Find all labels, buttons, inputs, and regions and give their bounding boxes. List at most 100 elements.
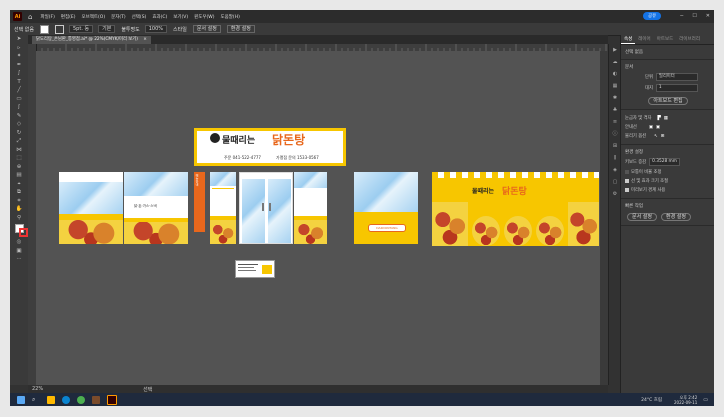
eyedropper-icon[interactable]: ⌖ bbox=[10, 180, 28, 189]
document-setup-button[interactable]: 문서 설정 bbox=[192, 25, 221, 33]
app-icon[interactable] bbox=[92, 395, 100, 404]
curvature-tool-icon[interactable]: ∫ bbox=[10, 69, 28, 78]
stroke-swatch[interactable] bbox=[55, 24, 64, 34]
hand-tool-icon[interactable]: ✋ bbox=[10, 205, 28, 214]
tab-artboards[interactable]: 아트보드 bbox=[654, 35, 677, 44]
menu-file[interactable]: 파일(F) bbox=[40, 14, 54, 20]
chrome-icon[interactable] bbox=[77, 395, 85, 404]
door-artboard-1[interactable] bbox=[210, 172, 236, 244]
fill-swatch[interactable] bbox=[40, 24, 49, 34]
share-button[interactable]: 공유 bbox=[643, 12, 662, 20]
selection-tool-icon[interactable]: ➤ bbox=[10, 35, 28, 44]
menu-select[interactable]: 선택(S) bbox=[132, 14, 147, 20]
tab-properties[interactable]: 속성 bbox=[621, 35, 636, 44]
app-window: Ai ⌂ 파일(F) 편집(E) 오브젝트(O) 문자(T) 선택(S) 효과(… bbox=[10, 10, 714, 406]
document-section-title: 문서 bbox=[625, 65, 634, 70]
snap-pixel-icon[interactable]: ⊞ bbox=[661, 134, 665, 139]
gradient-tool-icon[interactable]: ▤ bbox=[10, 171, 28, 180]
menu-effect[interactable]: 효과(C) bbox=[152, 14, 167, 20]
door-artboard-3[interactable] bbox=[294, 172, 327, 244]
tab-libraries[interactable]: 라이브러리 bbox=[676, 35, 703, 44]
direct-selection-tool-icon[interactable]: ▹ bbox=[10, 44, 28, 53]
home-icon[interactable]: ⌂ bbox=[28, 13, 32, 21]
artboard-canvas[interactable]: 물때리는 닭돈탕 주문 041-522-4777 가맹점 문의 1533-056… bbox=[36, 51, 608, 385]
artboard-dropdown[interactable]: 1 bbox=[655, 84, 698, 92]
clock-date: 2022-09-11 bbox=[674, 399, 698, 405]
properties-panel: 속성 레이어 아트보드 라이브러리 선택 없음 문서 단위 밀리미터 대지 1 아트… bbox=[620, 35, 714, 393]
sign-artboard[interactable]: 물때리는 닭돈탕 주문 041-522-4777 가맹점 문의 1533-056… bbox=[194, 128, 346, 166]
wall-artboard-4[interactable]: 물때리는 닭돈탕 bbox=[432, 172, 599, 246]
blend-tool-icon[interactable]: ⧉ bbox=[10, 188, 28, 197]
shape-builder-icon[interactable]: ⊕ bbox=[10, 163, 28, 172]
menu-window[interactable]: 윈도우(W) bbox=[194, 14, 214, 20]
menu-type[interactable]: 문자(T) bbox=[111, 14, 126, 20]
business-card-artboard[interactable] bbox=[235, 260, 275, 278]
zoom-level[interactable]: 22% bbox=[32, 386, 43, 392]
menu-edit[interactable]: 편집(E) bbox=[61, 14, 76, 20]
quick-doc-setup-button[interactable]: 문서 설정 bbox=[627, 213, 657, 221]
zoom-tool-icon[interactable]: ⚲ bbox=[10, 214, 28, 223]
snap-point-icon[interactable]: ↖ bbox=[654, 134, 658, 139]
more-tools-icon[interactable]: ··· bbox=[10, 255, 28, 264]
side-strip-artboard[interactable]: 메뉴안내 bbox=[194, 172, 205, 232]
tab-layers[interactable]: 레이어 bbox=[635, 35, 653, 44]
close-icon[interactable]: ✕ bbox=[706, 13, 710, 19]
clock[interactable]: 오후 2:42 2022-09-11 bbox=[674, 395, 697, 405]
brush-dropdown[interactable]: 기본 bbox=[98, 25, 116, 33]
opacity-input[interactable]: 100% bbox=[144, 25, 168, 33]
wall-artboard-3[interactable]: DAKDONTANG bbox=[354, 172, 418, 244]
artboard-tool-icon[interactable]: ⌗ bbox=[10, 197, 28, 206]
menu-strip-text: 닭·돈·가스·스낵 bbox=[134, 204, 157, 208]
magic-wand-icon[interactable]: ✦ bbox=[10, 52, 28, 61]
notification-icon[interactable]: ▭ bbox=[703, 397, 708, 403]
document-tab[interactable]: 닭도리탕_손님판_통영점.ai* @ 22%(CMYK/미리 보기) × bbox=[32, 36, 151, 44]
windows-start-icon[interactable] bbox=[17, 395, 25, 404]
wall-artboard-2[interactable]: 닭·돈·가스·스낵 bbox=[124, 172, 188, 244]
artboard-label: 대지 bbox=[645, 86, 653, 91]
panel-tabs: 속성 레이어 아트보드 라이브러리 bbox=[621, 35, 714, 45]
width-tool-icon[interactable]: ⋈ bbox=[10, 146, 28, 155]
rotate-tool-icon[interactable]: ↻ bbox=[10, 129, 28, 138]
guides-icon[interactable]: ▣ bbox=[649, 125, 653, 130]
free-transform-icon[interactable]: ⬚ bbox=[10, 154, 28, 163]
preferences-button[interactable]: 환경 설정 bbox=[226, 25, 255, 33]
search-icon[interactable]: ⌕ bbox=[32, 396, 40, 404]
edge-icon[interactable] bbox=[62, 395, 70, 404]
scale-strokes-checkbox[interactable] bbox=[625, 179, 629, 183]
scale-tool-icon[interactable]: ⤢ bbox=[10, 137, 28, 146]
pen-tool-icon[interactable]: ✒ bbox=[10, 61, 28, 70]
file-explorer-icon[interactable] bbox=[47, 395, 55, 404]
maximize-icon[interactable]: ☐ bbox=[692, 13, 696, 19]
draw-mode-icon[interactable]: ◎ bbox=[10, 238, 28, 247]
eraser-icon[interactable]: ◇ bbox=[10, 120, 28, 129]
line-tool-icon[interactable]: ╱ bbox=[10, 86, 28, 95]
paintbrush-icon[interactable]: ʃ bbox=[10, 103, 28, 112]
type-tool-icon[interactable]: T bbox=[10, 78, 28, 87]
stroke-weight-dropdown[interactable]: 5pt. 둥 bbox=[69, 25, 94, 33]
menu-help[interactable]: 도움말(H) bbox=[221, 14, 240, 20]
door-artboard-2[interactable] bbox=[239, 172, 293, 244]
pencil-icon[interactable]: ✎ bbox=[10, 112, 28, 121]
lock-guides-icon[interactable]: ▣ bbox=[656, 125, 660, 130]
vertical-scrollbar[interactable] bbox=[600, 51, 608, 385]
close-tab-icon[interactable]: × bbox=[143, 37, 147, 42]
menu-object[interactable]: 오브젝트(O) bbox=[81, 14, 105, 20]
grid-icon[interactable]: ▦ bbox=[664, 116, 668, 121]
wall-artboard-1[interactable] bbox=[59, 172, 123, 244]
selection-label: 선택 없음 bbox=[625, 50, 643, 55]
fill-stroke-icon[interactable] bbox=[10, 224, 28, 238]
scale-corners-checkbox[interactable] bbox=[625, 170, 629, 174]
quick-prefs-button[interactable]: 환경 설정 bbox=[661, 213, 691, 221]
keyboard-increment-input[interactable]: 0.3528 mm bbox=[649, 158, 680, 166]
rectangle-tool-icon[interactable]: ▭ bbox=[10, 95, 28, 104]
minimize-icon[interactable]: ─ bbox=[680, 13, 683, 19]
ruler-icon[interactable]: ▛ bbox=[657, 116, 660, 121]
unit-dropdown[interactable]: 밀리미터 bbox=[655, 73, 698, 81]
weather-widget[interactable]: 24°C 흐림 bbox=[641, 397, 662, 403]
illustrator-taskbar-icon[interactable] bbox=[107, 394, 117, 405]
brand-name-large: 닭돈탕 bbox=[502, 187, 527, 197]
preview-bounds-checkbox[interactable] bbox=[625, 188, 629, 192]
menu-view[interactable]: 보기(V) bbox=[173, 14, 188, 20]
screen-mode-icon[interactable]: ▣ bbox=[10, 247, 28, 256]
edit-artboards-button[interactable]: 아트보드 편집 bbox=[648, 97, 688, 105]
